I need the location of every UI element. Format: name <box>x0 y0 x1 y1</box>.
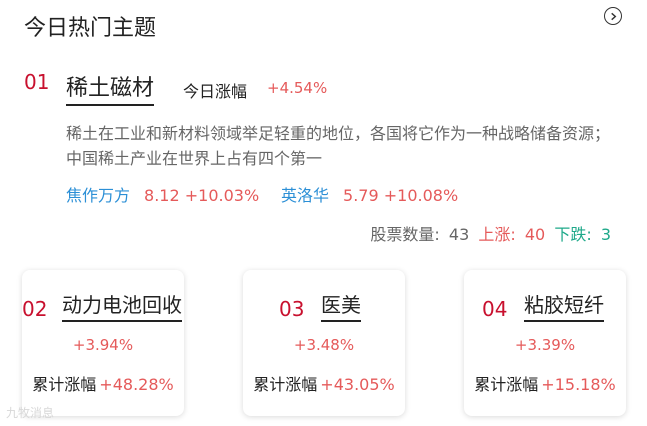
card-rank: 03 <box>279 297 305 321</box>
stock-change: +10.03% <box>184 186 260 205</box>
card-cumulative: 累计涨幅 +48.28% <box>22 371 184 395</box>
topic-card[interactable]: 03 医美 +3.48% 累计涨幅 +43.05% <box>243 270 405 416</box>
card-title-link[interactable]: 动力电池回收 <box>62 292 182 322</box>
stock-stats: 股票数量: 43 上涨: 40 下跌: 3 <box>366 221 611 245</box>
up-label: 上涨: <box>478 225 516 244</box>
stock-item[interactable]: 英洛华 5.79 +10.08% <box>281 182 458 206</box>
cum-value: +48.28% <box>99 375 174 394</box>
count-label: 股票数量: <box>370 225 440 244</box>
card-rank: 04 <box>482 297 508 321</box>
cum-label: 累计涨幅 <box>32 375 97 394</box>
stock-change: +10.08% <box>383 186 459 205</box>
down-value: 3 <box>600 225 611 244</box>
topic-card[interactable]: 02 动力电池回收 +3.94% 累计涨幅 +48.28% <box>22 270 184 416</box>
card-change: +3.48% <box>293 336 355 354</box>
page-title: 今日热门主题 <box>24 16 157 41</box>
card-cumulative: 累计涨幅 +15.18% <box>464 371 626 395</box>
more-button[interactable] <box>604 7 622 25</box>
stock-item[interactable]: 焦作万方 8.12 +10.03% <box>66 182 259 206</box>
down-label: 下跌: <box>554 225 592 244</box>
stock-price: 5.79 <box>343 186 379 205</box>
topic-description: 稀土在工业和新材料领域举足轻重的地位，各国将它作为一种战略储备资源；中国稀土产业… <box>66 124 611 168</box>
card-change: +3.39% <box>514 336 576 354</box>
cum-label: 累计涨幅 <box>253 375 318 394</box>
stock-name[interactable]: 焦作万方 <box>66 186 130 205</box>
stock-price: 8.12 <box>144 186 180 205</box>
stock-name[interactable]: 英洛华 <box>281 186 329 205</box>
today-change-label: 今日涨幅 <box>183 82 248 101</box>
cum-label: 累计涨幅 <box>474 375 539 394</box>
topic-rank: 01 <box>24 70 50 94</box>
cum-value: +43.05% <box>320 375 395 394</box>
card-change: +3.94% <box>72 336 134 354</box>
card-title-link[interactable]: 粘胶短纤 <box>524 292 604 322</box>
today-change-value: +4.54% <box>267 79 328 97</box>
cum-value: +15.18% <box>541 375 616 394</box>
card-title-link[interactable]: 医美 <box>321 292 361 322</box>
count-value: 43 <box>448 225 470 244</box>
topic-card[interactable]: 04 粘胶短纤 +3.39% 累计涨幅 +15.18% <box>464 270 626 416</box>
card-rank: 02 <box>22 297 48 321</box>
up-value: 40 <box>524 225 546 244</box>
topic-title-link[interactable]: 稀土磁材 <box>66 76 155 107</box>
watermark: 九牧消息 <box>6 406 55 420</box>
card-cumulative: 累计涨幅 +43.05% <box>243 371 405 395</box>
chevron-right-icon <box>610 12 616 20</box>
